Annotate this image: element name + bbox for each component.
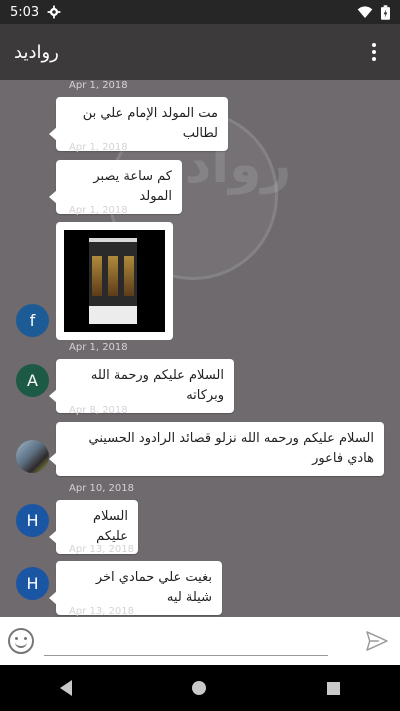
nav-recents-icon[interactable] — [326, 681, 340, 695]
gear-icon — [47, 5, 61, 19]
message-date: Apr 13, 2018 — [69, 606, 135, 617]
more-vert-icon[interactable] — [362, 40, 386, 64]
status-time: 5:03 — [10, 4, 40, 20]
avatar[interactable]: H — [16, 504, 49, 537]
message-date: Apr 13, 2018 — [69, 544, 135, 555]
app-title: روادید — [14, 41, 59, 63]
message-date: Apr 10, 2018 — [69, 483, 135, 494]
avatar[interactable]: H — [16, 567, 49, 600]
navigation-bar — [0, 665, 400, 711]
nav-home-icon[interactable] — [192, 681, 207, 695]
message-date: Apr 8, 2018 — [69, 405, 128, 416]
status-bar: 5:03 — [0, 0, 400, 24]
wifi-icon — [357, 6, 373, 18]
message-image[interactable] — [56, 222, 173, 340]
avatar[interactable]: A — [16, 364, 49, 397]
avatar[interactable]: f — [16, 304, 49, 337]
battery-icon — [381, 4, 390, 20]
message-date: Apr 1, 2018 — [69, 205, 128, 216]
message-bubble[interactable]: السلام عليكم ورحمه الله نزلو قصائد الراد… — [49, 422, 384, 476]
message-date: Apr 1, 2018 — [69, 142, 128, 153]
avatar[interactable] — [16, 440, 49, 473]
message-input-bar — [0, 617, 400, 665]
message-date: Apr 1, 2018 — [69, 80, 128, 91]
nav-back-icon[interactable] — [60, 680, 73, 696]
app-bar: روادید — [0, 24, 400, 80]
send-icon[interactable] — [366, 631, 388, 651]
message-input[interactable] — [44, 626, 328, 656]
chat-area[interactable]: روادید Apr 1, 2018 مت المولد الإمام علي … — [0, 80, 400, 617]
emoji-icon[interactable] — [8, 628, 34, 654]
message-date: Apr 1, 2018 — [69, 342, 128, 353]
